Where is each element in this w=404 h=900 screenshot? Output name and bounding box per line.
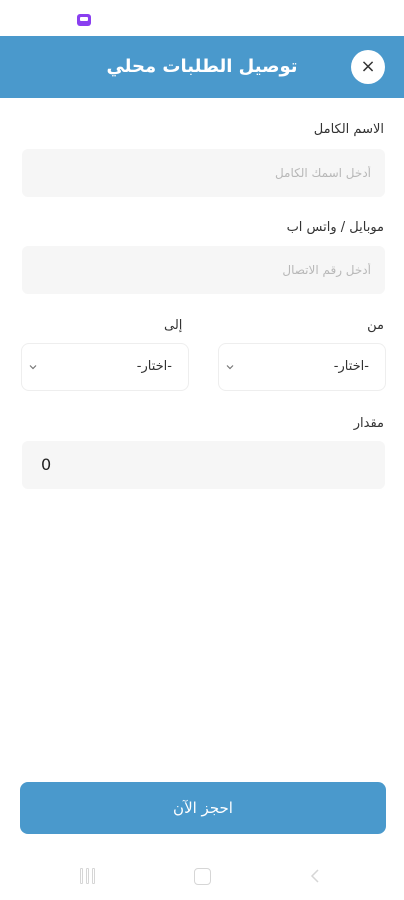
status-bar [0, 0, 404, 36]
page-title: توصيل الطلبات محلي [106, 56, 298, 77]
system-nav-bar [0, 852, 404, 900]
to-select[interactable]: -اختار- [21, 343, 189, 391]
back-icon[interactable] [310, 868, 320, 884]
recent-apps-icon[interactable] [80, 868, 98, 884]
to-label: إلى [164, 318, 183, 333]
book-now-button[interactable]: احجز الآن [20, 782, 386, 834]
name-field-container [22, 149, 385, 197]
name-label: الاسم الكامل [313, 122, 384, 137]
close-icon: × [360, 56, 376, 77]
chevron-down-icon [226, 365, 234, 370]
phone-label: موبايل / واتس اب [286, 220, 384, 235]
phone-input[interactable] [22, 246, 385, 294]
quantity-field[interactable]: 0 [22, 441, 385, 489]
notification-icon [77, 14, 91, 26]
home-icon[interactable] [194, 868, 211, 885]
quantity-label: مقدار [353, 416, 384, 431]
name-input[interactable] [22, 149, 385, 197]
header-bar: توصيل الطلبات محلي × [0, 36, 404, 98]
from-label: من [367, 318, 384, 333]
from-select[interactable]: -اختار- [218, 343, 386, 391]
to-select-value: -اختار- [136, 359, 172, 374]
order-form: الاسم الكامل موبايل / واتس اب من إلى -اخ… [0, 98, 404, 840]
from-select-value: -اختار- [333, 359, 369, 374]
chevron-down-icon [29, 365, 37, 370]
phone-field-container [22, 246, 385, 294]
quantity-value: 0 [41, 455, 52, 474]
close-button[interactable]: × [351, 50, 385, 84]
